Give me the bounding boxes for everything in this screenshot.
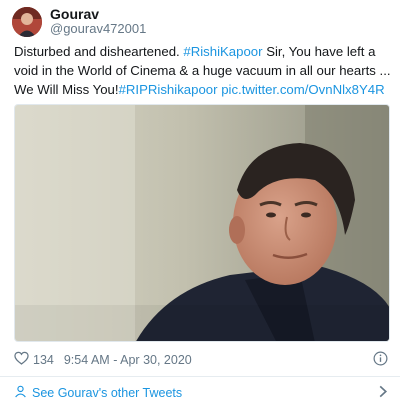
chevron-right-icon[interactable] [378, 385, 388, 401]
avatar[interactable] [12, 6, 42, 37]
tweet-photo-image [15, 105, 389, 341]
tweet-text: Disturbed and disheartened. #RishiKapoor… [14, 42, 392, 99]
media-link[interactable]: pic.twitter.com/OvnNlx8Y4R [221, 82, 384, 97]
info-icon[interactable] [373, 351, 388, 371]
see-other-tweets-label[interactable]: See Gourav's other Tweets [32, 386, 182, 400]
tweet-meta: 134 9:54 AM - Apr 30, 2020 [14, 351, 192, 368]
tweet-text-part: Disturbed and disheartened. [14, 44, 184, 59]
user-handle[interactable]: @gourav472001 [50, 21, 146, 37]
display-name[interactable]: Gourav [50, 6, 146, 22]
tweet-header: Gourav @gourav472001 [12, 6, 146, 37]
like-count[interactable]: 134 [33, 353, 54, 367]
tweet-timestamp[interactable]: 9:54 AM - Apr 30, 2020 [64, 353, 192, 367]
heart-icon[interactable] [14, 351, 29, 368]
tweet-card: Gourav @gourav472001 Disturbed and dishe… [0, 0, 400, 407]
divider [0, 376, 400, 377]
tweet-photo[interactable] [14, 104, 390, 342]
author-names: Gourav @gourav472001 [50, 6, 146, 37]
see-other-tweets-link[interactable]: See Gourav's other Tweets [14, 384, 388, 402]
hashtag-link[interactable]: #RIPRishikapoor [119, 82, 218, 97]
person-icon [14, 385, 27, 401]
hashtag-link[interactable]: #RishiKapoor [183, 44, 262, 59]
